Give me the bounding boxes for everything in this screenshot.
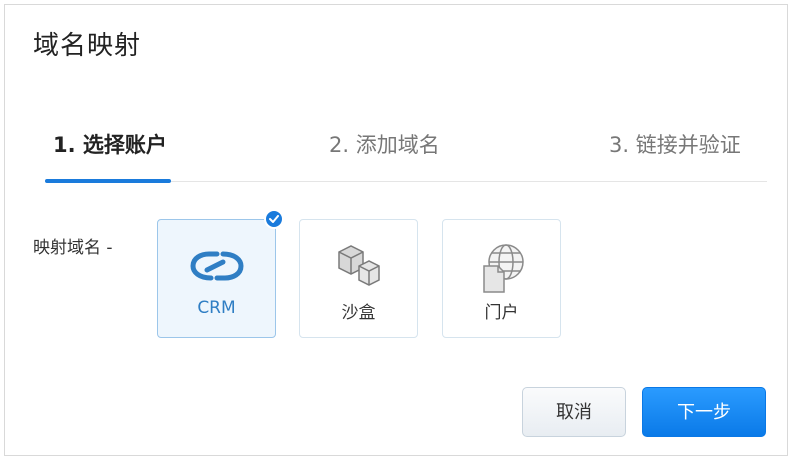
- active-step-indicator: [45, 179, 171, 183]
- cancel-button[interactable]: 取消: [522, 387, 626, 437]
- option-card-crm[interactable]: CRM: [157, 209, 284, 338]
- option-card-sandbox[interactable]: 沙盒: [299, 219, 418, 338]
- crm-link-icon: [158, 242, 275, 290]
- next-step-button[interactable]: 下一步: [642, 387, 766, 437]
- dialog-title: 域名映射: [33, 31, 142, 61]
- step-add-domain[interactable]: 2. 添加域名: [329, 129, 440, 159]
- selected-check-icon: [264, 209, 284, 229]
- option-label-crm: CRM: [197, 298, 236, 318]
- step-link-verify[interactable]: 3. 链接并验证: [609, 129, 741, 159]
- option-label-sandbox: 沙盒: [341, 303, 376, 323]
- map-domain-label: 映射域名 -: [33, 238, 113, 258]
- sandbox-cubes-icon: [300, 242, 417, 290]
- portal-globe-icon: [443, 242, 560, 293]
- step-select-account[interactable]: 1. 选择账户: [53, 129, 167, 159]
- step-tabs: 1. 选择账户 2. 添加域名 3. 链接并验证: [45, 129, 767, 183]
- domain-mapping-dialog: 域名映射 1. 选择账户 2. 添加域名 3. 链接并验证 映射域名 - CRM: [4, 4, 788, 456]
- option-card-portal[interactable]: 门户: [442, 219, 561, 338]
- option-label-portal: 门户: [484, 303, 519, 323]
